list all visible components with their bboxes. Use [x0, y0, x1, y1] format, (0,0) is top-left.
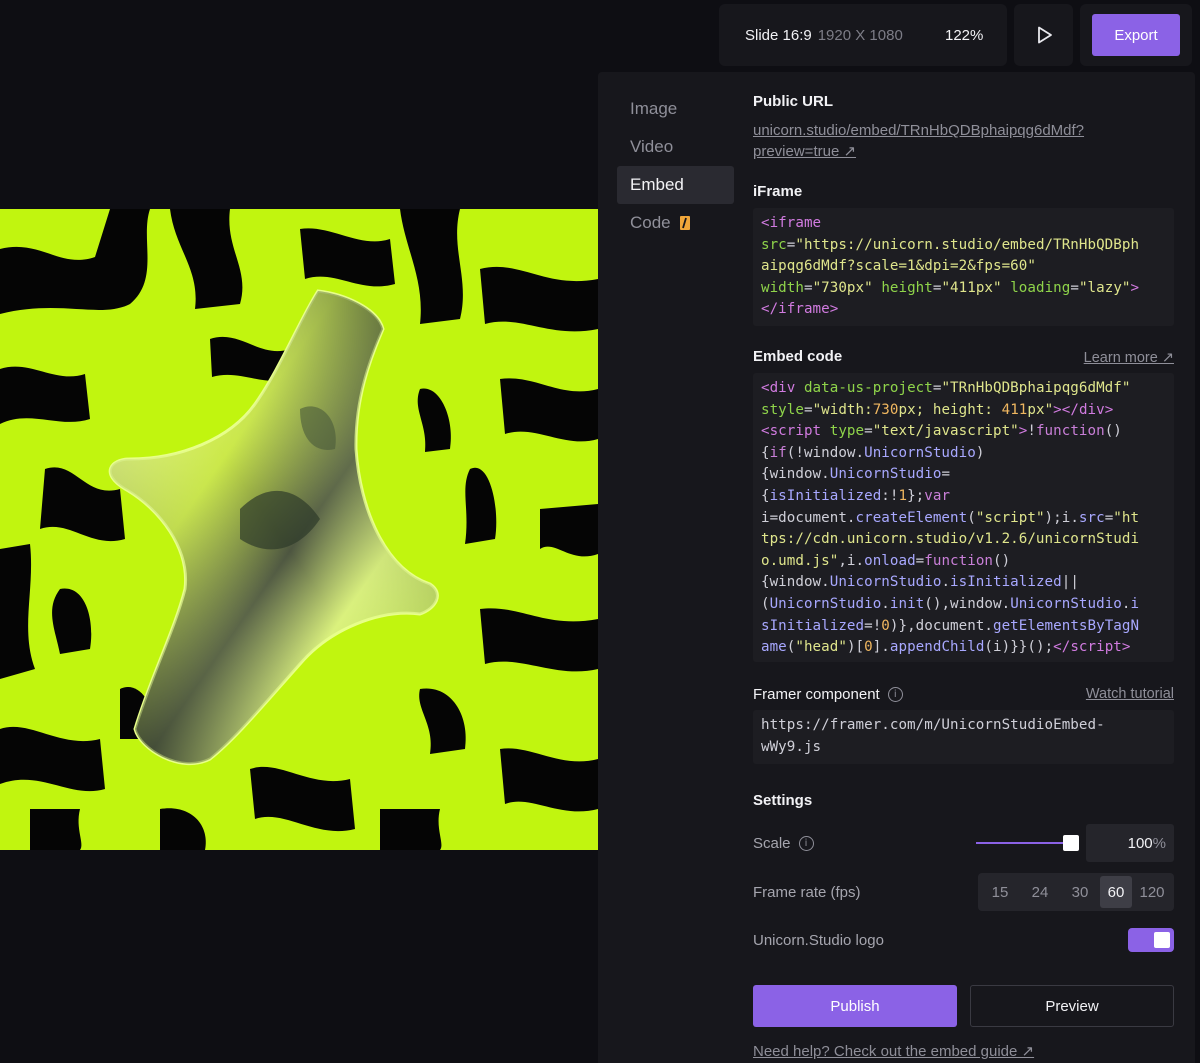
preview-button[interactable]: Preview: [970, 985, 1174, 1027]
play-button[interactable]: [1014, 4, 1073, 66]
scale-value-input[interactable]: 100%: [1086, 824, 1174, 862]
embed-panel: Image Video Embed Code Public URL unicor…: [598, 72, 1195, 1063]
nav-item-label: Code: [630, 213, 671, 232]
watch-tutorial-link[interactable]: Watch tutorial: [1086, 684, 1174, 705]
iframe-title: iFrame: [753, 183, 803, 200]
public-url-line: preview=true ↗: [753, 143, 857, 160]
toggle-knob: [1154, 932, 1170, 948]
nav-item-image[interactable]: Image: [617, 90, 734, 128]
public-url-line: unicorn.studio/embed/TRnHbQDBphaipqg6dMd…: [753, 122, 1085, 139]
nav-item-code[interactable]: Code: [617, 204, 734, 242]
framer-url-line: wWy9.js: [761, 738, 822, 755]
publish-button[interactable]: Publish: [753, 985, 957, 1027]
framer-url-line: https://framer.com/m/UnicornStudioEmbed-: [761, 717, 1105, 733]
learn-more-link[interactable]: Learn more ↗: [1084, 348, 1174, 369]
fps-option-60[interactable]: 60: [1100, 876, 1132, 908]
logo-row: Unicorn.Studio logo: [753, 928, 1174, 952]
canvas-info-bar: Slide 16:9 1920 X 1080 122%: [719, 4, 1007, 66]
logo-label: Unicorn.Studio logo: [753, 931, 884, 949]
zoom-level[interactable]: 122%: [945, 27, 983, 44]
export-button[interactable]: Export: [1092, 14, 1180, 56]
scale-slider[interactable]: [976, 833, 1079, 853]
slider-track: [976, 842, 1072, 844]
resolution-label: 1920 X 1080: [817, 26, 903, 44]
public-url-link[interactable]: unicorn.studio/embed/TRnHbQDBphaipqg6dMd…: [753, 120, 1174, 162]
fps-option-120[interactable]: 120: [1132, 876, 1172, 908]
nav-item-label: Video: [630, 137, 674, 156]
fps-selector: 15 24 30 60 120: [978, 873, 1174, 911]
play-icon: [1037, 26, 1052, 44]
artwork-image: [0, 209, 598, 850]
scale-unit: %: [1152, 834, 1166, 852]
framer-url-block[interactable]: https://framer.com/m/UnicornStudioEmbed-…: [753, 710, 1174, 764]
nav-item-video[interactable]: Video: [617, 128, 734, 166]
format-label[interactable]: Slide 16:9: [745, 27, 812, 44]
scale-row: Scale i 100%: [753, 824, 1174, 862]
info-icon[interactable]: i: [798, 835, 814, 851]
fps-row: Frame rate (fps) 15 24 30 60 120: [753, 873, 1174, 911]
embed-code-block[interactable]: <div data-us-project="TRnHbQDBphaipqg6dM…: [753, 373, 1174, 662]
pro-badge-icon: [679, 216, 690, 230]
fps-label: Frame rate (fps): [753, 883, 861, 901]
export-type-nav: Image Video Embed Code: [617, 90, 734, 242]
artwork-preview: [0, 209, 598, 850]
settings-title: Settings: [753, 792, 813, 809]
info-icon[interactable]: i: [887, 686, 903, 702]
fps-option-24[interactable]: 24: [1020, 876, 1060, 908]
iframe-code-block[interactable]: <iframe src="https://unicorn.studio/embe…: [753, 208, 1174, 326]
nav-item-label: Embed: [630, 175, 684, 194]
scale-value: 100: [1127, 834, 1153, 852]
slider-thumb[interactable]: [1063, 835, 1079, 851]
embed-code-title: Embed code: [753, 348, 843, 365]
framer-title: Framer component: [753, 685, 880, 703]
nav-item-label: Image: [630, 99, 678, 118]
framer-header: Framer component i Watch tutorial: [753, 684, 1174, 704]
scale-label: Scale: [753, 834, 791, 852]
logo-toggle[interactable]: [1128, 928, 1174, 952]
fps-option-30[interactable]: 30: [1060, 876, 1100, 908]
embed-guide-link[interactable]: Need help? Check out the embed guide ↗: [753, 1041, 1034, 1062]
public-url-title: Public URL: [753, 93, 834, 110]
fps-option-15[interactable]: 15: [980, 876, 1020, 908]
export-container: Export: [1080, 4, 1192, 66]
nav-item-embed[interactable]: Embed: [617, 166, 734, 204]
action-buttons: Publish Preview: [753, 985, 1174, 1027]
